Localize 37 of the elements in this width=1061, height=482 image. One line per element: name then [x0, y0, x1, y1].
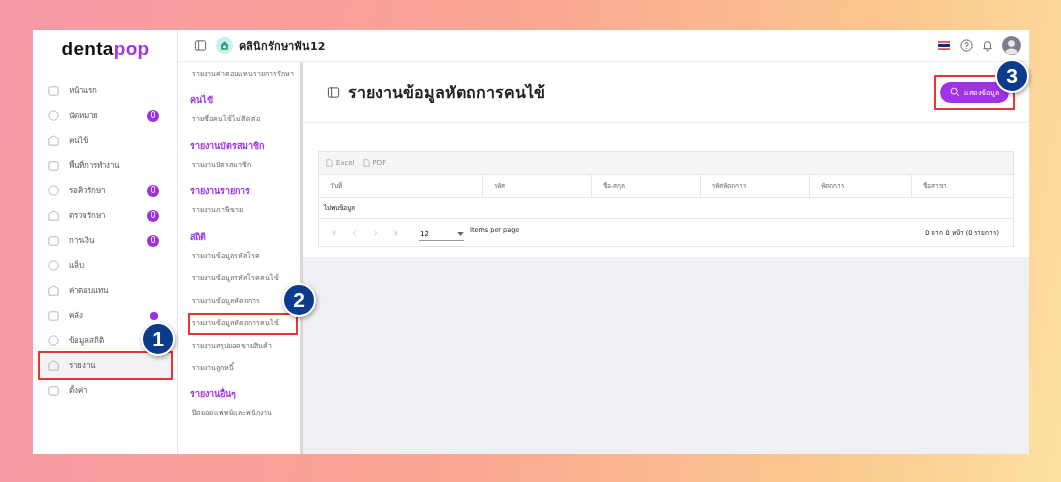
menu-section-heading: รายงานบัตรสมาชิก [190, 139, 265, 153]
menu-section-heading: สถิติ [190, 230, 207, 244]
nav-item[interactable]: คนไข้ [40, 128, 92, 153]
file-icon [326, 159, 333, 167]
nav-item[interactable]: หน้าแรก [40, 78, 101, 103]
page-title: รายงานข้อมูลหัตถการคนไข้ [348, 81, 545, 105]
file-icon [362, 159, 370, 167]
nav-item[interactable]: ตรวจรักษา 0 [40, 203, 171, 228]
menu-section-heading: คนไข้ [190, 94, 214, 108]
step-number-badge: 1 [141, 322, 175, 356]
nav-item[interactable]: พื้นที่การทำงาน [40, 153, 123, 178]
nav-item[interactable]: รายงาน [40, 353, 171, 378]
nav-item[interactable]: การเงิน 0 [40, 228, 171, 253]
logo: dentapop [60, 38, 151, 60]
nav-item[interactable]: ข้อมูลสถิติ [40, 328, 108, 353]
clinic-name: คลินิกรักษาฟัน12 [239, 38, 326, 55]
bell-icon[interactable] [981, 39, 994, 52]
nav-item[interactable]: ค่าตอบแทน [40, 278, 112, 303]
panel-toggle-icon[interactable] [194, 39, 207, 52]
count-badge: 0 [147, 234, 159, 247]
menu-section-heading: รายงานอื่นๆ [190, 387, 237, 402]
count-badge: 0 [147, 109, 159, 122]
count-badge: 0 [147, 184, 159, 197]
panel-icon [327, 85, 340, 99]
count-badge: 0 [147, 209, 159, 222]
avatar[interactable] [1002, 36, 1021, 55]
caret-icon [457, 232, 464, 236]
nav-item[interactable]: รอคิวรักษา 0 [40, 178, 171, 203]
help-icon[interactable] [960, 39, 973, 52]
clinic-house-icon [216, 37, 233, 54]
search-icon [950, 87, 960, 97]
nav-item[interactable]: แล็บ [40, 253, 88, 278]
nav-item[interactable]: นัดหมาย 0 [40, 103, 171, 128]
nav-item[interactable]: ตั้งค่า [40, 378, 91, 403]
menu-section-heading: รายงานรายการ [190, 185, 251, 199]
step-number-badge: 2 [282, 283, 316, 318]
flag-icon[interactable] [938, 41, 950, 50]
